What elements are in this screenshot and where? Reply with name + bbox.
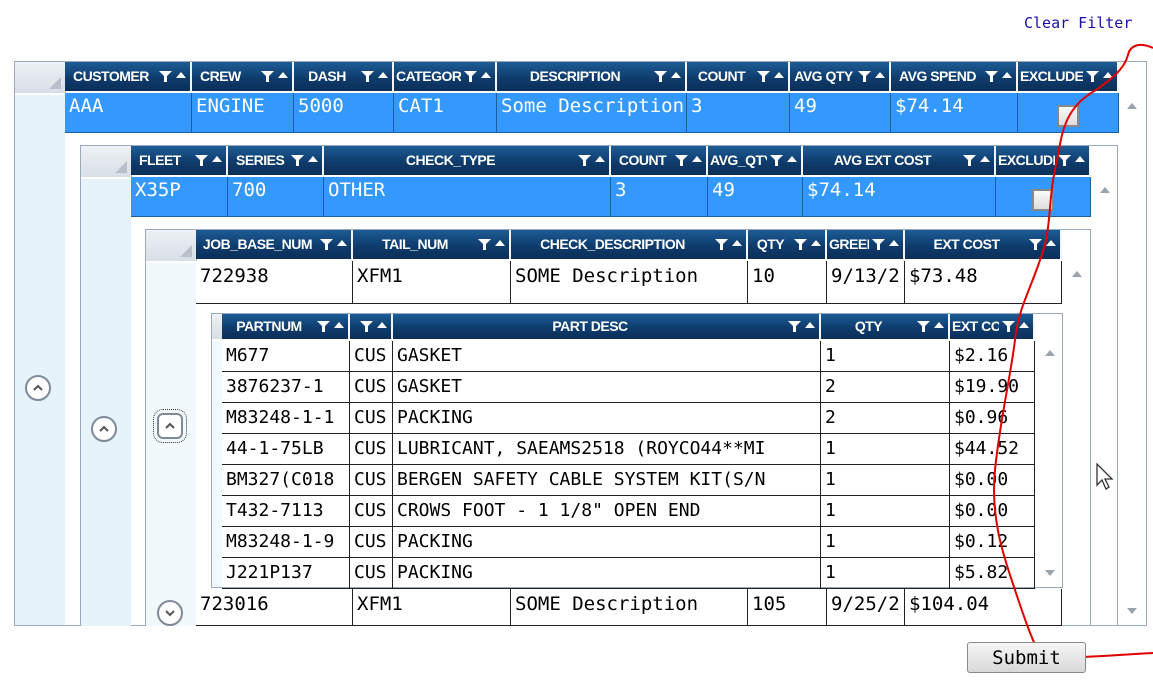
annotation-stroke bbox=[993, 43, 1153, 659]
submit-button[interactable]: Submit bbox=[967, 642, 1086, 673]
